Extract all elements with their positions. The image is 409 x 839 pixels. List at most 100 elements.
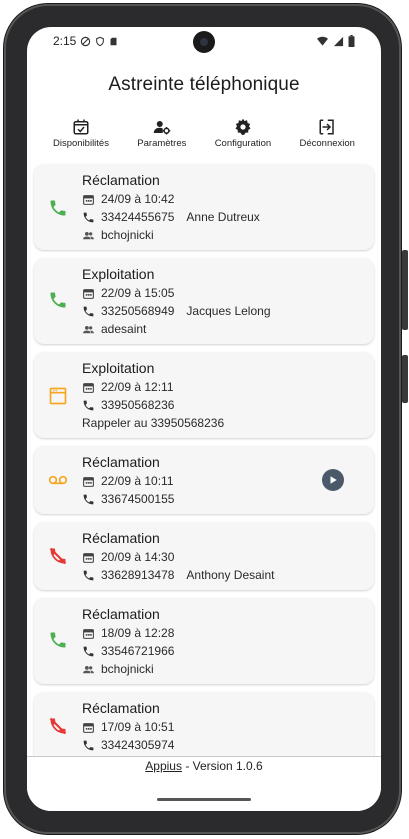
voicemail-icon xyxy=(48,475,68,485)
call-agent-row: bchojnicki xyxy=(82,662,154,676)
call-number-row: 33674500155 xyxy=(82,492,174,506)
call-date: 18/09 à 12:28 xyxy=(101,626,175,640)
front-camera xyxy=(193,31,215,53)
call-date: 22/09 à 10:11 xyxy=(101,474,174,488)
phone-icon xyxy=(83,306,94,316)
call-card[interactable]: Réclamation 18/09 à 12:28 33546721966 bc… xyxy=(34,598,374,684)
sms-icon xyxy=(49,387,67,405)
phone-incoming-icon xyxy=(50,292,66,308)
people-icon xyxy=(83,665,94,673)
call-message-row: Rappeler au 33950568236 xyxy=(82,416,224,430)
volume-button xyxy=(402,250,408,330)
tab-deconnexion[interactable]: Déconnexion xyxy=(300,118,355,152)
calendar-icon xyxy=(83,628,94,639)
sd-card-icon xyxy=(110,37,117,45)
version-text: - Version 1.0.6 xyxy=(181,759,263,773)
call-card[interactable]: Réclamation 20/09 à 14:30 33628913478 An… xyxy=(34,522,374,590)
call-number: 33250568949 xyxy=(101,304,175,318)
phone-icon xyxy=(83,400,94,410)
tab-label: Configuration xyxy=(214,138,272,149)
call-card[interactable]: Réclamation 24/09 à 10:42 33424455675 An… xyxy=(34,164,374,250)
call-category: Exploitation xyxy=(82,360,155,376)
call-card[interactable]: Exploitation 22/09 à 12:11 33950568236 R… xyxy=(34,352,374,438)
power-button xyxy=(402,355,408,403)
play-icon xyxy=(330,476,337,484)
tab-label: Déconnexion xyxy=(299,138,355,149)
user-settings-icon xyxy=(153,121,171,135)
call-date-row: 22/09 à 15:05 xyxy=(82,286,174,300)
screen: 2:15 Astreinte téléphonique Disponibilit… xyxy=(27,27,381,811)
calendar-icon xyxy=(83,288,94,299)
calendar-check-icon xyxy=(73,119,89,135)
call-number-row: 33546721966 xyxy=(82,644,174,658)
footer: Appius - Version 1.0.6 xyxy=(27,756,381,811)
call-number: 33628913478 xyxy=(101,568,175,582)
shield-icon xyxy=(96,36,105,46)
toolbar: Disponibilités Paramètres Configuration … xyxy=(53,118,355,152)
call-date: 22/09 à 15:05 xyxy=(101,286,175,300)
call-date: 20/09 à 14:30 xyxy=(101,550,175,564)
signal-icon xyxy=(333,36,344,46)
do-not-disturb-icon xyxy=(81,36,91,46)
call-category: Réclamation xyxy=(82,172,160,188)
call-agent: bchojnicki xyxy=(101,228,154,242)
status-time: 2:15 xyxy=(53,34,77,48)
call-number: 33674500155 xyxy=(101,492,175,506)
call-date-row: 20/09 à 14:30 xyxy=(82,550,174,564)
phone-icon xyxy=(83,212,94,222)
call-card[interactable]: Réclamation 17/09 à 10:51 33424305974 xyxy=(34,692,374,756)
call-category: Réclamation xyxy=(82,606,160,622)
call-date-row: 22/09 à 12:11 xyxy=(82,380,174,394)
call-card[interactable]: Réclamation 22/09 à 10:11 33674500155 xyxy=(34,446,374,514)
gear-icon xyxy=(235,118,251,135)
call-message: Rappeler au 33950568236 xyxy=(82,416,225,430)
call-agent-row: adesaint xyxy=(82,322,146,336)
tab-configuration[interactable]: Configuration xyxy=(214,118,272,152)
calendar-icon xyxy=(83,722,94,733)
tab-disponibilites[interactable]: Disponibilités xyxy=(53,118,109,152)
phone-missed-icon xyxy=(49,717,67,735)
call-date: 17/09 à 10:51 xyxy=(101,720,175,734)
battery-icon xyxy=(348,35,355,47)
call-number: 33424455675 xyxy=(101,210,175,224)
call-date-row: 24/09 à 10:42 xyxy=(82,192,174,206)
call-agent-row: bchojnicki xyxy=(82,228,154,242)
call-contact: Jacques Lelong xyxy=(186,304,271,318)
call-number: 33424305974 xyxy=(101,738,175,752)
play-voicemail-button[interactable] xyxy=(322,469,344,491)
phone-incoming-icon xyxy=(50,632,66,648)
calendar-icon xyxy=(83,194,94,205)
call-number-row: 33424305974 xyxy=(82,738,174,752)
people-icon xyxy=(83,231,94,239)
call-date-row: 18/09 à 12:28 xyxy=(82,626,174,640)
call-contact: Anthony Desaint xyxy=(186,568,275,582)
logout-icon xyxy=(319,119,334,135)
call-number-row: 33950568236 xyxy=(82,398,174,412)
call-number: 33950568236 xyxy=(101,398,175,412)
calendar-icon xyxy=(83,476,94,487)
tab-parametres[interactable]: Paramètres xyxy=(137,118,186,152)
home-indicator[interactable] xyxy=(157,798,251,801)
call-list: Réclamation 24/09 à 10:42 33424455675 An… xyxy=(27,160,381,756)
call-category: Réclamation xyxy=(82,454,160,470)
call-date-row: 22/09 à 10:11 xyxy=(82,474,174,488)
call-card[interactable]: Exploitation 22/09 à 15:05 33250568949 J… xyxy=(34,258,374,344)
tab-label: Disponibilités xyxy=(53,138,109,149)
call-number-row: 33250568949 Jacques Lelong xyxy=(82,304,271,318)
call-contact: Anne Dutreux xyxy=(186,210,260,224)
call-category: Réclamation xyxy=(82,700,160,716)
app-name-link[interactable]: Appius xyxy=(145,759,182,773)
call-number-row: 33628913478 Anthony Desaint xyxy=(82,568,274,582)
phone-incoming-icon xyxy=(50,200,66,216)
call-number-row: 33424455675 Anne Dutreux xyxy=(82,210,260,224)
phone-missed-icon xyxy=(49,547,67,565)
call-agent: adesaint xyxy=(101,322,147,336)
call-date-row: 17/09 à 10:51 xyxy=(82,720,174,734)
call-category: Exploitation xyxy=(82,266,155,282)
phone-icon xyxy=(83,646,94,656)
phone-icon xyxy=(83,494,94,504)
call-category: Réclamation xyxy=(82,530,160,546)
people-icon xyxy=(83,325,94,333)
call-date: 22/09 à 12:11 xyxy=(101,380,174,394)
call-agent: bchojnicki xyxy=(101,662,154,676)
